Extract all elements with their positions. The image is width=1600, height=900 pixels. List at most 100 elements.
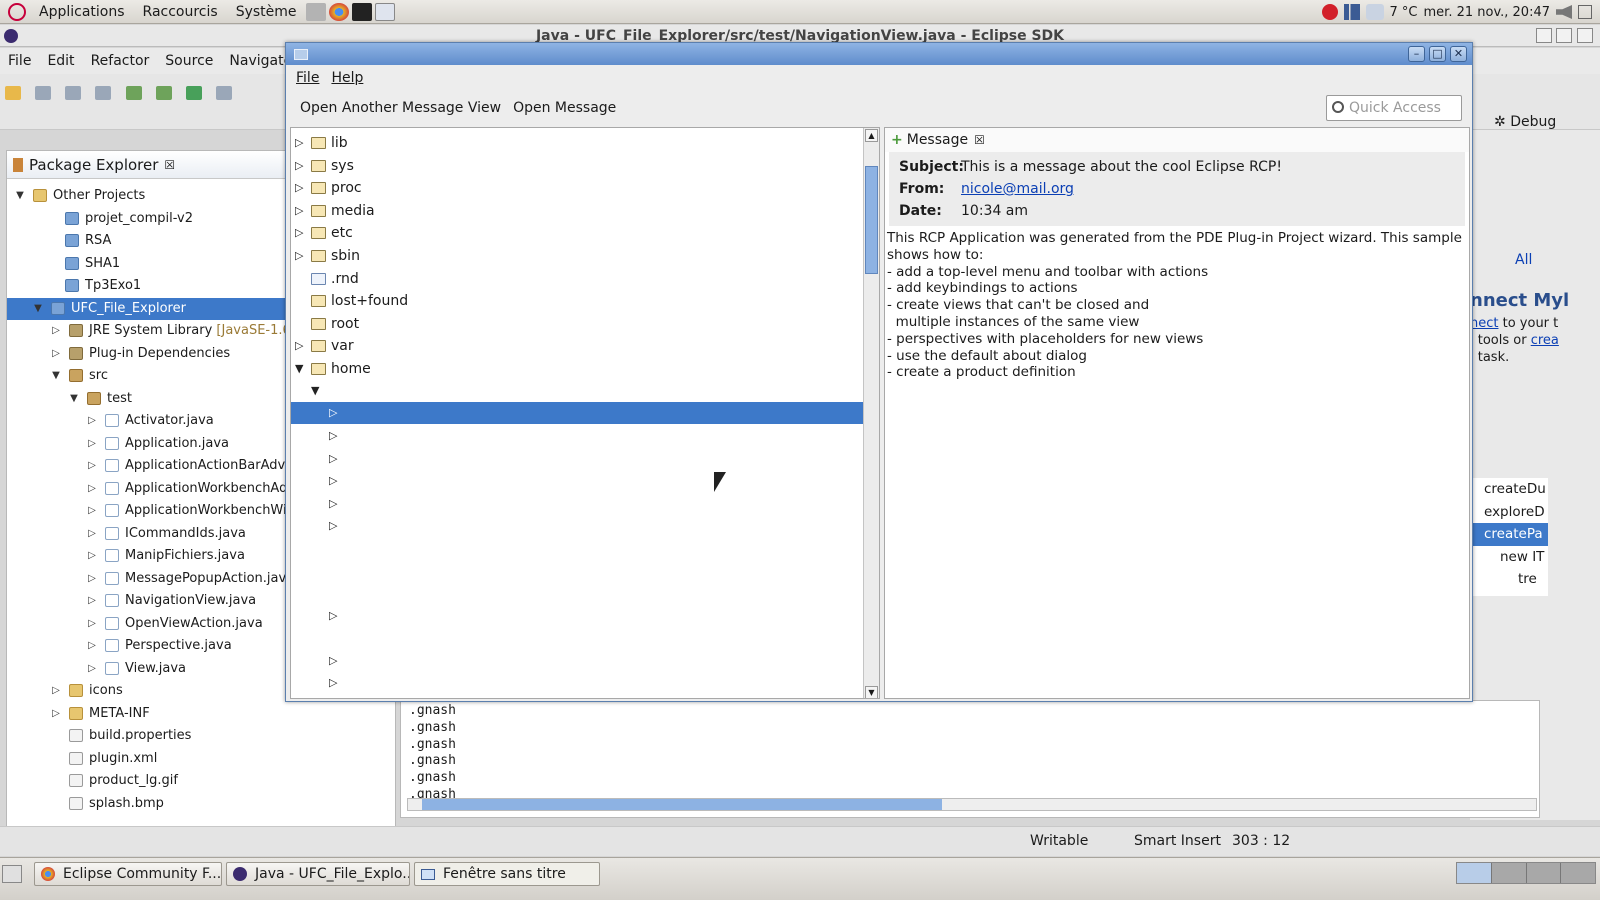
package-tree-item[interactable]: build.properties [7, 725, 395, 747]
collapsed-icon[interactable]: ▷ [329, 493, 337, 515]
collapsed-icon[interactable]: ▷ [329, 672, 337, 694]
tree-item[interactable]: lost+found [291, 290, 863, 312]
network-icon[interactable] [1343, 4, 1360, 20]
workspace-icon[interactable] [1578, 5, 1592, 19]
scroll-down-icon[interactable]: ▼ [865, 686, 878, 698]
collapsed-icon[interactable]: ▷ [51, 703, 61, 725]
editor-icon[interactable] [374, 2, 395, 21]
clock[interactable]: mer. 21 nov., 20:47 [1424, 5, 1551, 20]
tree-item[interactable]: ▷ [291, 672, 863, 694]
collapsed-icon[interactable]: ▷ [329, 515, 337, 537]
open-another-message-view-button[interactable]: Open Another Message View [294, 100, 507, 116]
eclipse-maximize-button[interactable] [1556, 28, 1572, 43]
scroll-thumb[interactable] [422, 799, 942, 810]
collapsed-icon[interactable]: ▷ [87, 523, 97, 545]
save-icon[interactable] [35, 86, 52, 100]
collapsed-icon[interactable]: ▷ [329, 425, 337, 447]
task-eclipse-community[interactable]: Eclipse Community F... [34, 862, 222, 886]
close-icon[interactable]: ☒ [164, 158, 175, 172]
mylyn-create-link[interactable]: crea [1531, 333, 1559, 348]
expanded-icon[interactable]: ▼ [311, 380, 319, 402]
collapsed-icon[interactable]: ▷ [329, 402, 337, 424]
debian-logo-icon[interactable] [8, 2, 26, 21]
menu-applications[interactable]: Applications [30, 4, 134, 20]
expanded-icon[interactable]: ▼ [33, 298, 43, 320]
scroll-up-icon[interactable]: ▲ [865, 129, 878, 142]
open-message-button[interactable]: Open Message [507, 100, 622, 116]
collapsed-icon[interactable]: ▷ [295, 200, 303, 222]
tree-item[interactable]: ▷ [291, 515, 863, 537]
all-filter-link[interactable]: All [1515, 252, 1532, 268]
quick-access-input[interactable]: Quick Access [1326, 95, 1462, 121]
tree-item[interactable]: ▷ [291, 650, 863, 672]
import-icon[interactable] [125, 86, 142, 100]
weather-temperature[interactable]: 7 °C [1390, 5, 1418, 20]
tree-vscrollbar[interactable]: ▲ ▼ [863, 128, 879, 698]
rcp-menu-file[interactable]: File [290, 70, 325, 86]
eclipse-menu-file[interactable]: File [0, 53, 39, 69]
close-icon[interactable]: ☒ [974, 133, 985, 147]
workspace-2[interactable] [1492, 863, 1527, 883]
terminal-icon[interactable] [351, 2, 372, 21]
tree-item[interactable]: ▷ [291, 425, 863, 447]
collapsed-icon[interactable]: ▷ [295, 222, 303, 244]
collapsed-icon[interactable]: ▷ [295, 132, 303, 154]
collapsed-icon[interactable]: ▷ [329, 605, 337, 627]
outline-item[interactable]: new IT [1470, 546, 1548, 569]
collapsed-icon[interactable]: ▷ [87, 635, 97, 657]
eclipse-menu-refactor[interactable]: Refactor [83, 53, 158, 69]
tasks-icon[interactable] [185, 86, 202, 100]
mylyn-connect-link[interactable]: nect [1470, 316, 1498, 331]
package-tree-item[interactable]: plugin.xml [7, 748, 395, 770]
rcp-menu-help[interactable]: Help [325, 70, 369, 86]
rcp-titlebar[interactable]: – □ ✕ [286, 43, 1472, 65]
maximize-button[interactable]: □ [1429, 46, 1446, 62]
from-email-link[interactable]: nicole@mail.org [961, 181, 1074, 197]
collapsed-icon[interactable]: ▷ [87, 433, 97, 455]
launcher-icon[interactable] [305, 2, 326, 21]
tree-item[interactable]: ▷ media [291, 200, 863, 222]
collapsed-icon[interactable]: ▷ [51, 680, 61, 702]
expanded-icon[interactable]: ▼ [15, 185, 25, 207]
workspace-3[interactable] [1527, 863, 1562, 883]
collapsed-icon[interactable]: ▷ [87, 478, 97, 500]
workspace-4[interactable] [1561, 863, 1595, 883]
eclipse-menu-source[interactable]: Source [157, 53, 221, 69]
workspace-1[interactable] [1457, 863, 1492, 883]
tree-item[interactable]: .rnd [291, 268, 863, 290]
debug-perspective-button[interactable]: ✲ Debug [1494, 114, 1556, 130]
expanded-icon[interactable]: ▼ [69, 388, 79, 410]
perspective-icon[interactable] [215, 86, 232, 100]
expanded-icon[interactable]: ▼ [295, 358, 303, 380]
console-hscrollbar[interactable] [407, 798, 1537, 811]
collapsed-icon[interactable]: ▷ [295, 245, 303, 267]
show-desktop-icon[interactable] [2, 865, 22, 883]
tree-item[interactable]: ▼ [291, 380, 863, 402]
tree-item[interactable]: ▷ [291, 448, 863, 470]
print-icon[interactable] [95, 86, 112, 100]
tree-item[interactable]: ▼ home [291, 358, 863, 380]
weather-icon[interactable] [1365, 4, 1384, 20]
tree-item[interactable]: ▷ proc [291, 177, 863, 199]
package-tree-item[interactable]: product_lg.gif [7, 770, 395, 792]
collapsed-icon[interactable]: ▷ [329, 470, 337, 492]
export-icon[interactable] [155, 86, 172, 100]
tree-item[interactable]: ▷ etc [291, 222, 863, 244]
eclipse-minimize-button[interactable] [1536, 28, 1552, 43]
collapsed-icon[interactable]: ▷ [87, 658, 97, 680]
outline-item[interactable]: createDu [1470, 478, 1548, 501]
menu-raccourcis[interactable]: Raccourcis [134, 4, 227, 20]
message-tab[interactable]: + Message ☒ [885, 128, 1469, 152]
tree-item[interactable]: root [291, 313, 863, 335]
task-untitled-window[interactable]: Fenêtre sans titre [414, 862, 600, 886]
collapsed-icon[interactable]: ▷ [51, 320, 61, 342]
collapsed-icon[interactable]: ▷ [295, 177, 303, 199]
menu-systeme[interactable]: Système [227, 4, 306, 20]
save-all-icon[interactable] [65, 86, 82, 100]
tree-item[interactable]: ▷ sbin [291, 245, 863, 267]
tree-item[interactable]: ▷ [291, 402, 863, 424]
expanded-icon[interactable]: ▼ [51, 365, 61, 387]
collapsed-icon[interactable]: ▷ [87, 455, 97, 477]
update-icon[interactable] [1321, 4, 1338, 20]
collapsed-icon[interactable]: ▷ [87, 410, 97, 432]
